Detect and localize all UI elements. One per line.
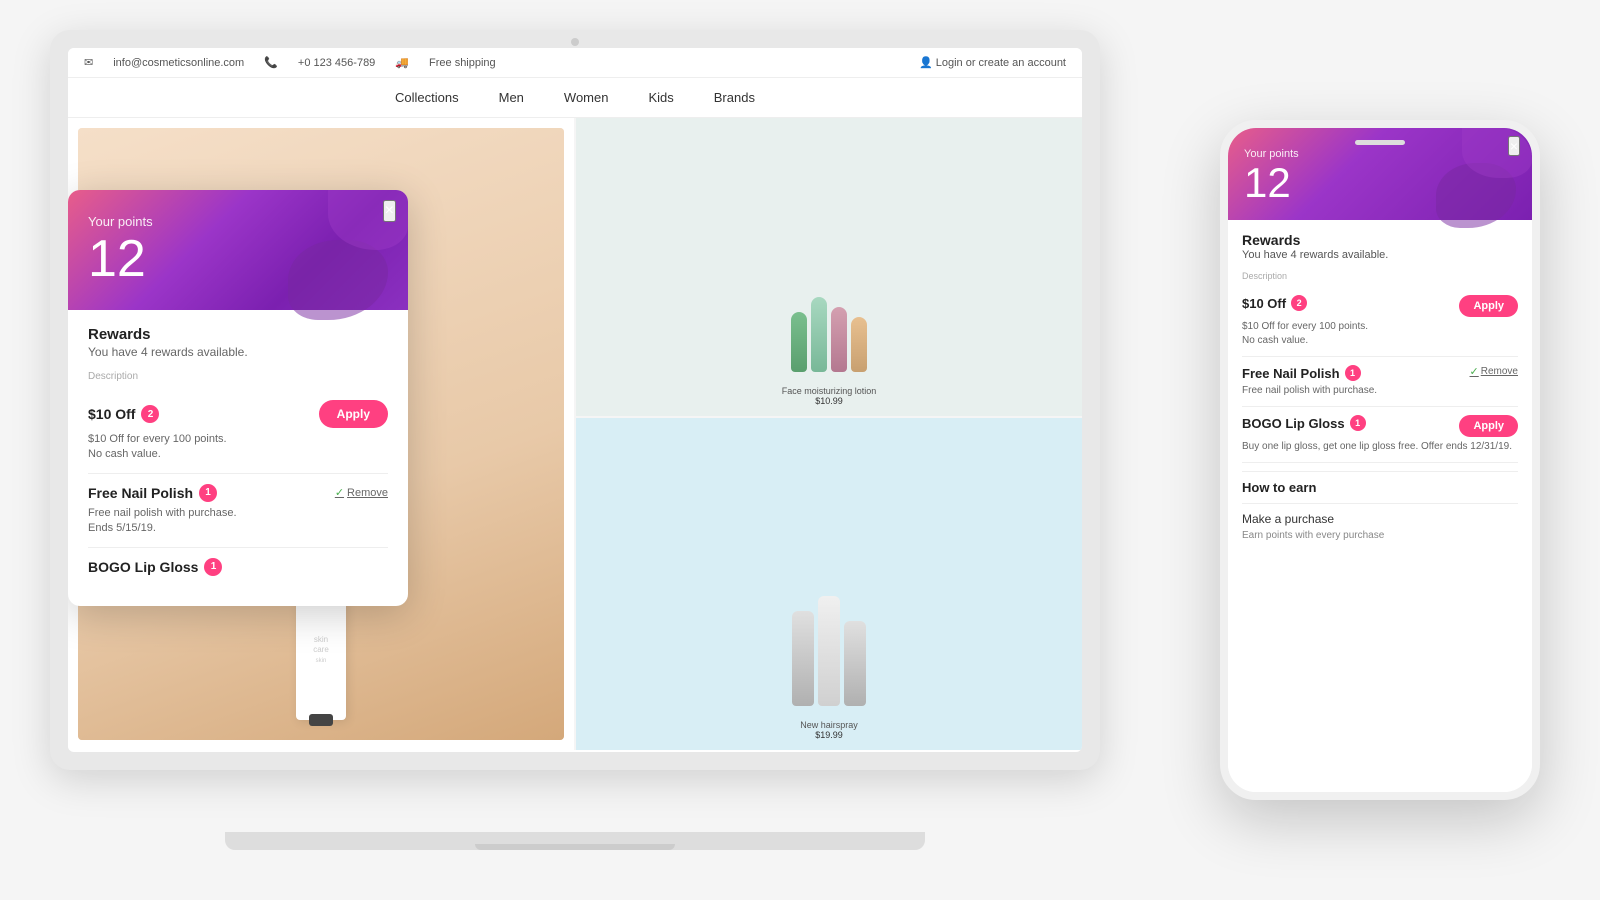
topbar-login[interactable]: Login or create an account (936, 57, 1066, 69)
phone-content: × Your points 12 Rewards You have 4 rewa… (1228, 128, 1532, 792)
reward-title-10off: $10 Off (88, 406, 135, 422)
phone-points-number: 12 (1244, 162, 1516, 204)
laptop-body: ✉ info@cosmeticsonline.com 📞 +0 123 456-… (50, 30, 1100, 770)
moisturizer-product: Face moisturizing lotion $10.99 (576, 118, 1082, 416)
laptop-base (225, 832, 925, 850)
topbar-phone: +0 123 456-789 (298, 57, 375, 69)
reward-title-row-10off: $10 Off 2 (88, 405, 159, 423)
account-icon: 👤 (919, 57, 933, 69)
phone-reward-badge-nailpolish: 1 (1345, 365, 1361, 381)
phone-reward-item-nailpolish: Free Nail Polish 1 ✓ Remove Free nail po… (1242, 357, 1518, 407)
remove-label-nailpolish: Remove (347, 487, 388, 499)
phone-reward-badge-bogo: 1 (1350, 415, 1366, 431)
phone-col-header: Description (1242, 271, 1518, 281)
rewards-popup-laptop: × Your points 12 Rewards You have 4 rewa… (68, 190, 408, 606)
phone-section-divider (1242, 471, 1518, 472)
phone-check-icon-nailpolish: ✓ (1470, 365, 1479, 378)
phone-body: Rewards You have 4 rewards available. De… (1228, 220, 1532, 792)
phone-remove-button-nailpolish[interactable]: ✓ Remove (1470, 365, 1518, 378)
phone-reward-title-nailpolish: Free Nail Polish (1242, 366, 1340, 381)
topbar-shipping[interactable]: Free shipping (429, 57, 496, 69)
phone-apply-button-bogo[interactable]: Apply (1459, 415, 1518, 437)
popup-body-laptop: Rewards You have 4 rewards available. De… (68, 310, 408, 606)
reward-desc-nailpolish: Free nail polish with purchase.Ends 5/15… (88, 506, 388, 537)
shipping-icon: 🚚 (395, 56, 409, 69)
reward-title-row-bogo: BOGO Lip Gloss 1 (88, 558, 222, 576)
popup-col-header-laptop: Description (88, 371, 388, 382)
laptop: ✉ info@cosmeticsonline.com 📞 +0 123 456-… (50, 30, 1100, 850)
phone-apply-button-10off[interactable]: Apply (1459, 295, 1518, 317)
make-purchase-title: Make a purchase (1242, 512, 1518, 526)
hairspray-visual (782, 428, 876, 717)
phone-popup: × Your points 12 Rewards You have 4 rewa… (1228, 128, 1532, 792)
reward-item-10off: $10 Off 2 Apply $10 Off for every 100 po… (88, 390, 388, 474)
popup-points-number-laptop: 12 (88, 233, 388, 285)
reward-item-header-10off: $10 Off 2 Apply (88, 400, 388, 428)
hairspray-label: New hairspray (800, 720, 858, 730)
laptop-screen: ✉ info@cosmeticsonline.com 📞 +0 123 456-… (68, 48, 1082, 752)
reward-item-header-bogo: BOGO Lip Gloss 1 (88, 558, 388, 576)
make-purchase-desc: Earn points with every purchase (1242, 530, 1518, 541)
phone-reward-item-bogo: BOGO Lip Gloss 1 Apply Buy one lip gloss… (1242, 407, 1518, 463)
how-to-earn-title: How to earn (1242, 480, 1518, 495)
phone-reward-title-row-bogo: BOGO Lip Gloss 1 (1242, 415, 1366, 431)
nav-item-collections[interactable]: Collections (395, 90, 459, 105)
laptop-topbar: ✉ info@cosmeticsonline.com 📞 +0 123 456-… (68, 48, 1082, 78)
scene: ✉ info@cosmeticsonline.com 📞 +0 123 456-… (0, 0, 1600, 900)
nav-item-kids[interactable]: Kids (648, 90, 673, 105)
laptop-main: skincareskin (68, 118, 1082, 750)
phone-rewards-title: Rewards (1242, 232, 1518, 248)
reward-title-bogo: BOGO Lip Gloss (88, 559, 198, 575)
phone-reward-header-10off: $10 Off 2 Apply (1242, 295, 1518, 317)
reward-item-bogo: BOGO Lip Gloss 1 (88, 548, 388, 590)
phone-speaker (1355, 140, 1405, 145)
laptop-nav: Collections Men Women Kids Brands (68, 78, 1082, 118)
phone-reward-header-nailpolish: Free Nail Polish 1 ✓ Remove (1242, 365, 1518, 381)
phone-remove-label-nailpolish: Remove (1481, 366, 1518, 377)
reward-title-row-nailpolish: Free Nail Polish 1 (88, 484, 217, 502)
reward-badge-nailpolish: 1 (199, 484, 217, 502)
nav-item-women[interactable]: Women (564, 90, 609, 105)
topbar-left: ✉ info@cosmeticsonline.com 📞 +0 123 456-… (84, 56, 496, 69)
moisturizer-label: Face moisturizing lotion (782, 386, 877, 396)
topbar-right: 👤 Login or create an account (919, 56, 1066, 69)
email-icon: ✉ (84, 56, 93, 69)
reward-title-nailpolish: Free Nail Polish (88, 485, 193, 501)
phone-earn-divider (1242, 503, 1518, 504)
popup-rewards-subtitle-laptop: You have 4 rewards available. (88, 345, 388, 359)
hairspray-product: New hairspray $19.99 (576, 418, 1082, 751)
phone-reward-desc-bogo: Buy one lip gloss, get one lip gloss fre… (1242, 440, 1518, 454)
remove-button-nailpolish[interactable]: ✓ Remove (335, 486, 388, 499)
moisturizer-price: $10.99 (815, 396, 843, 406)
phone-reward-title-row-10off: $10 Off 2 (1242, 295, 1307, 311)
phone-rewards-subtitle: You have 4 rewards available. (1242, 249, 1518, 261)
reward-badge-10off: 2 (141, 405, 159, 423)
hairspray-price: $19.99 (815, 730, 843, 740)
phone-reward-title-row-nailpolish: Free Nail Polish 1 (1242, 365, 1361, 381)
reward-item-nailpolish: Free Nail Polish 1 ✓ Remove Free nail po… (88, 474, 388, 548)
phone-reward-header-bogo: BOGO Lip Gloss 1 Apply (1242, 415, 1518, 437)
reward-item-header-nailpolish: Free Nail Polish 1 ✓ Remove (88, 484, 388, 502)
phone-reward-desc-10off: $10 Off for every 100 points.No cash val… (1242, 320, 1518, 348)
reward-desc-10off: $10 Off for every 100 points.No cash val… (88, 432, 388, 463)
nav-item-men[interactable]: Men (499, 90, 524, 105)
phone: × Your points 12 Rewards You have 4 rewa… (1220, 120, 1540, 800)
laptop-camera (571, 38, 579, 46)
popup-points-label-laptop: Your points (88, 214, 388, 229)
phone-reward-desc-nailpolish: Free nail polish with purchase. (1242, 384, 1518, 398)
phone-icon: 📞 (264, 56, 278, 69)
popup-header-laptop: × Your points 12 (68, 190, 408, 310)
apply-button-10off[interactable]: Apply (319, 400, 388, 428)
phone-reward-title-bogo: BOGO Lip Gloss (1242, 416, 1345, 431)
phone-reward-item-10off: $10 Off 2 Apply $10 Off for every 100 po… (1242, 287, 1518, 357)
reward-badge-bogo: 1 (204, 558, 222, 576)
nav-item-brands[interactable]: Brands (714, 90, 755, 105)
phone-reward-title-10off: $10 Off (1242, 296, 1286, 311)
phone-reward-badge-10off: 2 (1291, 295, 1307, 311)
popup-rewards-title-laptop: Rewards (88, 326, 388, 343)
moisturizer-visual (781, 128, 877, 382)
check-icon-nailpolish: ✓ (335, 486, 344, 499)
topbar-email: info@cosmeticsonline.com (113, 57, 244, 69)
